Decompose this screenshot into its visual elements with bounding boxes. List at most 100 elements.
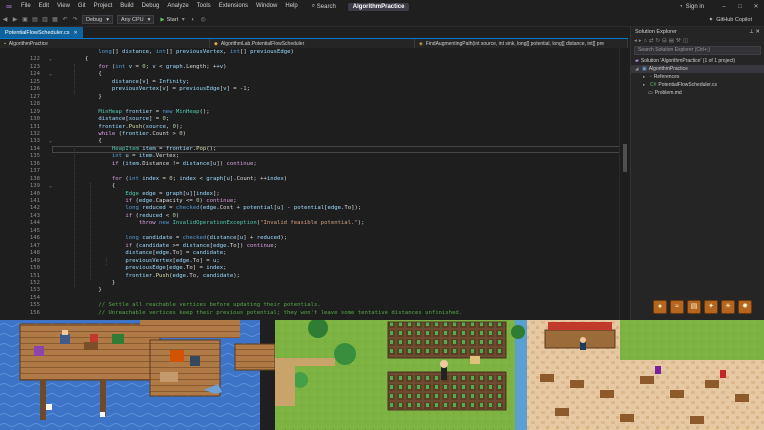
references-icon: ▫: [650, 74, 652, 80]
undo-icon[interactable]: ↶: [61, 16, 69, 24]
menu-edit[interactable]: Edit: [35, 0, 53, 13]
pin-icon[interactable]: ⊥: [749, 29, 754, 35]
code-line: long[] distance, int[] previousVertex, i…: [98, 49, 294, 55]
solution-explorer-panel: Solution Explorer ⊥ ✕ ◂ ▸ ⌂ ⇄ ↻ ⊟ ▤ ⚒ ◫ …: [630, 27, 764, 320]
start-dropdown-icon[interactable]: ▾: [179, 16, 187, 24]
platform-dropdown[interactable]: Any CPU ▾: [116, 15, 155, 24]
code-line: HeapItem item = frontier.Pop();: [111, 145, 217, 152]
line-number: 141: [29, 198, 40, 204]
code-line: MinHeap frontier = new MinHeap();: [98, 108, 210, 115]
pixel-game-overlay[interactable]: [0, 320, 764, 430]
tree-item-file[interactable]: ▭ Problem.md: [631, 89, 764, 97]
close-button[interactable]: ✕: [748, 3, 764, 10]
crafting-icon[interactable]: ✦: [704, 300, 718, 314]
save-icon[interactable]: ▥: [41, 16, 49, 24]
code-line: previousEdge[edge.To] = index;: [125, 265, 227, 272]
menu-debug[interactable]: Debug: [138, 0, 164, 13]
tree-item-file[interactable]: ▸ C# PotentialFlowScheduler.cs: [631, 81, 764, 89]
save-all-icon[interactable]: ▦: [51, 16, 59, 24]
menu-analyze[interactable]: Analyze: [163, 0, 192, 13]
tree-item-solution[interactable]: ▰ Solution 'AlgorithmPractice' (1 of 1 p…: [631, 57, 764, 65]
menu-git[interactable]: Git: [74, 0, 90, 13]
forward-icon[interactable]: ▸: [639, 38, 642, 44]
tree-item-project[interactable]: ◢ ▣ AlgorithmPractice: [631, 65, 764, 73]
line-number: 137: [29, 168, 40, 175]
copilot-button[interactable]: ✦ GitHub Copilot: [709, 17, 752, 23]
code-line: {: [58, 183, 116, 190]
sign-in-button[interactable]: ◔ Sign in: [675, 4, 716, 10]
fold-toggle-icon[interactable]: ⌄: [49, 71, 52, 78]
menu-project[interactable]: Project: [90, 0, 117, 13]
menu-bar: ∞ File Edit View Git Project Build Debug…: [0, 0, 764, 13]
menu-tools[interactable]: Tools: [193, 0, 215, 13]
chevron-right-icon[interactable]: ▸: [643, 81, 648, 89]
menu-window[interactable]: Window: [252, 0, 281, 13]
indent-guide: [106, 257, 107, 266]
collapse-all-icon[interactable]: ⊟: [662, 38, 667, 44]
close-icon[interactable]: ✕: [755, 29, 760, 35]
code-line: if (edge.Capacity <= 0) continue;: [125, 198, 237, 204]
fold-toggle-icon[interactable]: ⌄: [49, 56, 52, 63]
line-number: 155: [29, 302, 40, 309]
menu-view[interactable]: View: [53, 0, 74, 13]
line-number: 143: [29, 212, 40, 219]
editor-vertical-scrollbar[interactable]: [619, 48, 628, 320]
configuration-dropdown[interactable]: Debug ▾: [82, 15, 113, 24]
code-line: distance[source] = 0;: [98, 116, 170, 123]
expand-icon[interactable]: ◢: [635, 65, 640, 73]
open-icon[interactable]: ▤: [31, 16, 39, 24]
code-line: {: [58, 56, 89, 63]
properties-icon[interactable]: ⚒: [676, 38, 681, 44]
solution-search-input[interactable]: Search Solution Explorer (Ctrl+;): [634, 46, 761, 55]
home-icon[interactable]: ⌂: [644, 38, 647, 44]
fold-toggle-icon[interactable]: ⌄: [49, 138, 52, 145]
project-navigator[interactable]: ▪ AlgorithmPractice: [0, 39, 210, 48]
copilot-icon: ✦: [708, 16, 714, 23]
chest-icon[interactable]: ▤: [687, 300, 701, 314]
forward-icon[interactable]: ▶: [11, 16, 19, 24]
settings-gear-icon[interactable]: ✹: [738, 300, 752, 314]
menu-extensions[interactable]: Extensions: [215, 0, 252, 13]
close-tab-icon[interactable]: ✕: [74, 30, 78, 36]
redo-icon[interactable]: ↷: [71, 16, 79, 24]
line-number: 144: [29, 220, 40, 227]
line-number: 149: [29, 257, 40, 264]
menu-build[interactable]: Build: [116, 0, 137, 13]
line-number: 139: [29, 183, 40, 190]
line-number: 152: [29, 279, 40, 286]
scrollbar-thumb[interactable]: [623, 144, 627, 172]
sun-icon[interactable]: ☀: [721, 300, 735, 314]
type-navigator[interactable]: ◆ AlgorithmLab.PotentialFlowScheduler: [210, 39, 415, 48]
diagnostics-icon[interactable]: ◎: [199, 16, 207, 24]
back-icon[interactable]: ◀: [1, 16, 9, 24]
tree-item-references[interactable]: ▸ ▫ References: [631, 73, 764, 81]
menu-file[interactable]: File: [17, 0, 35, 13]
new-file-icon[interactable]: ▣: [21, 16, 29, 24]
preview-icon[interactable]: ◫: [683, 38, 688, 44]
tree-item-label: References: [653, 74, 680, 80]
hot-reload-icon[interactable]: ◐: [189, 16, 197, 24]
sync-icon[interactable]: ⇄: [649, 38, 654, 44]
code-line: int u = item.Vertex;: [111, 153, 180, 160]
back-icon[interactable]: ◂: [634, 38, 637, 44]
tab-potential-flow-scheduler[interactable]: PotentialFlowScheduler.cs ✕: [0, 27, 83, 38]
chevron-right-icon[interactable]: ▸: [643, 73, 648, 81]
maximize-button[interactable]: □: [732, 4, 748, 10]
solution-icon: ▰: [635, 58, 639, 64]
fish-icon[interactable]: ≈: [670, 300, 684, 314]
fold-toggle-icon[interactable]: ⌄: [49, 183, 52, 190]
code-line: {: [58, 138, 102, 145]
copilot-label: GitHub Copilot: [716, 16, 752, 23]
minimize-button[interactable]: –: [716, 4, 732, 10]
menu-help[interactable]: Help: [281, 0, 301, 13]
line-number: 128: [29, 101, 40, 108]
code-line: // Unreachable vertices keep their previ…: [98, 309, 463, 316]
show-all-files-icon[interactable]: ▤: [669, 38, 674, 44]
food-icon[interactable]: ●: [653, 300, 667, 314]
code-line: long candidate = checked(distance[u] + r…: [125, 235, 288, 242]
search-button[interactable]: ⌕ Search: [308, 3, 340, 10]
start-button[interactable]: ▶ Start: [160, 17, 178, 23]
code-editor[interactable]: 122 123 124 125 126 127 128 129 130 131 132 133 134 1…: [0, 48, 628, 320]
refresh-icon[interactable]: ↻: [655, 38, 660, 44]
member-navigator[interactable]: ◈ FindAugmentingPath(int source, int sink…: [415, 39, 628, 48]
